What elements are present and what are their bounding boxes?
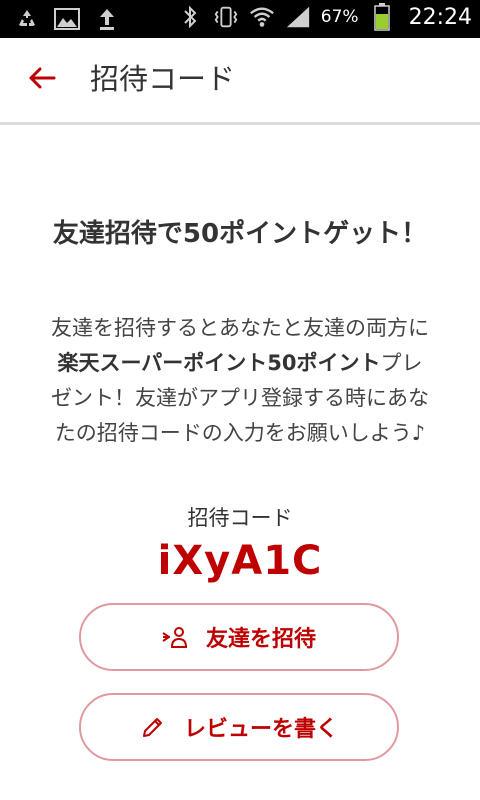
description-text: 友達を招待するとあなたと友達の両方に [51,316,429,340]
main-content: 友達招待で50ポイントゲット！ 友達を招待するとあなたと友達の両方に楽天スーパー… [0,125,480,800]
image-icon [54,6,80,32]
invite-friend-button[interactable]: 友達を招待 [79,603,399,671]
arrow-left-icon [28,66,56,94]
write-review-button[interactable]: レビューを書く [79,693,399,761]
invite-code-value: iXyA1C [157,538,323,584]
signal-icon [285,4,311,30]
status-bar: 67% 22:24 [0,0,480,38]
clock: 22:24 [408,4,472,30]
battery-icon [369,3,395,31]
upload-icon [94,6,120,32]
description: 友達を招待するとあなたと友達の両方に楽天スーパーポイント50ポイントプレゼント！… [50,311,430,451]
recycle-icon [14,6,40,32]
battery-percent: 67% [320,7,359,27]
headline: 友達招待で50ポイントゲット！ [52,219,428,249]
wifi-icon [249,4,275,30]
pencil-icon [140,714,166,740]
invite-friend-label: 友達を招待 [205,627,316,652]
app-bar: 招待コード [0,38,480,125]
page-title: 招待コード [90,62,236,96]
write-review-label: レビューを書く [183,717,338,742]
bluetooth-icon [177,4,203,30]
vibrate-icon [213,4,239,30]
invite-code-label: 招待コード [187,506,293,530]
add-person-icon [162,624,188,650]
back-button[interactable] [22,60,62,100]
description-bold: 楽天スーパーポイント50ポイント [57,351,381,375]
